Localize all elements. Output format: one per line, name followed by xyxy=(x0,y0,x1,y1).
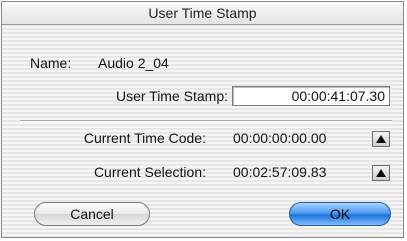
current-selection-value: 00:02:57:09.83 xyxy=(233,164,327,180)
copy-timecode-button[interactable] xyxy=(372,131,390,147)
cancel-button[interactable]: Cancel xyxy=(34,202,150,226)
ok-button[interactable]: OK xyxy=(289,202,391,226)
current-timecode-value: 00:00:00:00.00 xyxy=(233,130,327,146)
dialog-title: User Time Stamp xyxy=(2,2,403,25)
separator xyxy=(20,120,392,122)
up-arrow-icon xyxy=(376,135,386,143)
copy-selection-button[interactable] xyxy=(372,165,390,181)
current-timecode-label: Current Time Code: xyxy=(83,130,206,146)
timestamp-input[interactable] xyxy=(232,86,390,106)
name-value: Audio 2_04 xyxy=(98,55,169,71)
user-time-stamp-dialog: User Time Stamp Name: Audio 2_04 User Ti… xyxy=(1,1,404,238)
name-label: Name: xyxy=(30,55,72,71)
current-selection-label: Current Selection: xyxy=(93,164,206,180)
up-arrow-icon xyxy=(376,169,386,177)
timestamp-label: User Time Stamp: xyxy=(115,88,228,104)
